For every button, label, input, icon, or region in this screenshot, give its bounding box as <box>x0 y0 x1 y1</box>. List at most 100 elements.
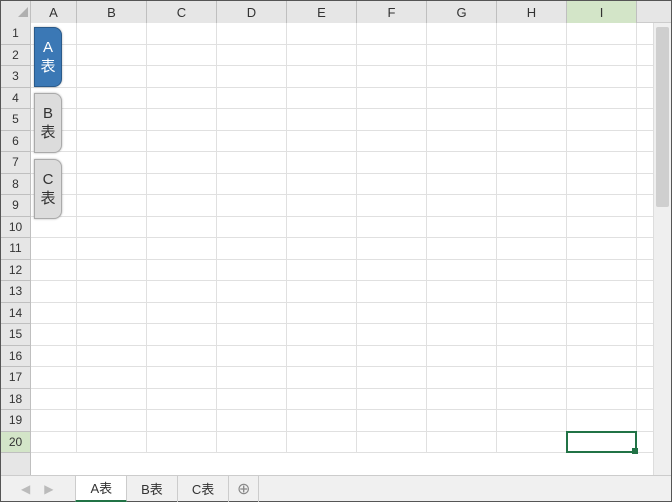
cell-H14[interactable] <box>497 303 567 325</box>
cell-B9[interactable] <box>77 195 147 217</box>
cell-H9[interactable] <box>497 195 567 217</box>
row-header-16[interactable]: 16 <box>1 346 30 368</box>
cell-H11[interactable] <box>497 238 567 260</box>
cell-B8[interactable] <box>77 174 147 196</box>
row-header-6[interactable]: 6 <box>1 131 30 153</box>
sheet-tab-B表[interactable]: B表 <box>127 476 178 502</box>
cell-D14[interactable] <box>217 303 287 325</box>
cell-I15[interactable] <box>567 324 637 346</box>
cell-D2[interactable] <box>217 45 287 67</box>
cell-G13[interactable] <box>427 281 497 303</box>
cell-C8[interactable] <box>147 174 217 196</box>
cell-H12[interactable] <box>497 260 567 282</box>
cell-D10[interactable] <box>217 217 287 239</box>
cell-B10[interactable] <box>77 217 147 239</box>
cell-D7[interactable] <box>217 152 287 174</box>
column-header-G[interactable]: G <box>427 1 497 23</box>
column-header-E[interactable]: E <box>287 1 357 23</box>
cell-C12[interactable] <box>147 260 217 282</box>
cell-H6[interactable] <box>497 131 567 153</box>
cell-F11[interactable] <box>357 238 427 260</box>
cell-E12[interactable] <box>287 260 357 282</box>
cell-F20[interactable] <box>357 432 427 454</box>
cell-D16[interactable] <box>217 346 287 368</box>
row-header-2[interactable]: 2 <box>1 45 30 67</box>
column-header-B[interactable]: B <box>77 1 147 23</box>
cell-G6[interactable] <box>427 131 497 153</box>
cell-A11[interactable] <box>31 238 77 260</box>
cell-A15[interactable] <box>31 324 77 346</box>
cell-G12[interactable] <box>427 260 497 282</box>
cell-C10[interactable] <box>147 217 217 239</box>
cell-D8[interactable] <box>217 174 287 196</box>
cell-B2[interactable] <box>77 45 147 67</box>
cell-I9[interactable] <box>567 195 637 217</box>
row-header-11[interactable]: 11 <box>1 238 30 260</box>
cell-D1[interactable] <box>217 23 287 45</box>
cell-E2[interactable] <box>287 45 357 67</box>
cell-B3[interactable] <box>77 66 147 88</box>
vertical-scrollbar-thumb[interactable] <box>656 27 669 207</box>
cell-F16[interactable] <box>357 346 427 368</box>
cell-H4[interactable] <box>497 88 567 110</box>
cell-I13[interactable] <box>567 281 637 303</box>
cell-F12[interactable] <box>357 260 427 282</box>
cell-I7[interactable] <box>567 152 637 174</box>
cell-C1[interactable] <box>147 23 217 45</box>
cell-H20[interactable] <box>497 432 567 454</box>
cell-H2[interactable] <box>497 45 567 67</box>
cell-E8[interactable] <box>287 174 357 196</box>
cell-G3[interactable] <box>427 66 497 88</box>
cell-G18[interactable] <box>427 389 497 411</box>
cell-C14[interactable] <box>147 303 217 325</box>
cell-C20[interactable] <box>147 432 217 454</box>
cell-C11[interactable] <box>147 238 217 260</box>
cell-C6[interactable] <box>147 131 217 153</box>
cell-F18[interactable] <box>357 389 427 411</box>
cell-D9[interactable] <box>217 195 287 217</box>
cell-F15[interactable] <box>357 324 427 346</box>
cell-G15[interactable] <box>427 324 497 346</box>
cell-G9[interactable] <box>427 195 497 217</box>
add-sheet-button[interactable]: ⊕ <box>229 476 259 502</box>
cell-H10[interactable] <box>497 217 567 239</box>
cell-F9[interactable] <box>357 195 427 217</box>
cell-G11[interactable] <box>427 238 497 260</box>
cell-E1[interactable] <box>287 23 357 45</box>
cell-B4[interactable] <box>77 88 147 110</box>
nav-shape-A[interactable]: A表 <box>34 27 62 87</box>
row-header-10[interactable]: 10 <box>1 217 30 239</box>
cell-E11[interactable] <box>287 238 357 260</box>
cell-H8[interactable] <box>497 174 567 196</box>
cell-B1[interactable] <box>77 23 147 45</box>
cell-E17[interactable] <box>287 367 357 389</box>
cell-D13[interactable] <box>217 281 287 303</box>
column-header-C[interactable]: C <box>147 1 217 23</box>
cell-C9[interactable] <box>147 195 217 217</box>
cell-G7[interactable] <box>427 152 497 174</box>
cell-I1[interactable] <box>567 23 637 45</box>
row-header-14[interactable]: 14 <box>1 303 30 325</box>
row-header-13[interactable]: 13 <box>1 281 30 303</box>
cell-A17[interactable] <box>31 367 77 389</box>
cell-H3[interactable] <box>497 66 567 88</box>
cell-I2[interactable] <box>567 45 637 67</box>
row-header-1[interactable]: 1 <box>1 23 30 45</box>
cell-F13[interactable] <box>357 281 427 303</box>
cell-C19[interactable] <box>147 410 217 432</box>
cell-H5[interactable] <box>497 109 567 131</box>
cell-F1[interactable] <box>357 23 427 45</box>
row-header-15[interactable]: 15 <box>1 324 30 346</box>
cell-F10[interactable] <box>357 217 427 239</box>
cell-I16[interactable] <box>567 346 637 368</box>
cell-G8[interactable] <box>427 174 497 196</box>
cell-H19[interactable] <box>497 410 567 432</box>
row-header-3[interactable]: 3 <box>1 66 30 88</box>
row-header-17[interactable]: 17 <box>1 367 30 389</box>
cell-B20[interactable] <box>77 432 147 454</box>
cell-B17[interactable] <box>77 367 147 389</box>
cell-H18[interactable] <box>497 389 567 411</box>
cell-F14[interactable] <box>357 303 427 325</box>
cell-I6[interactable] <box>567 131 637 153</box>
cell-H17[interactable] <box>497 367 567 389</box>
